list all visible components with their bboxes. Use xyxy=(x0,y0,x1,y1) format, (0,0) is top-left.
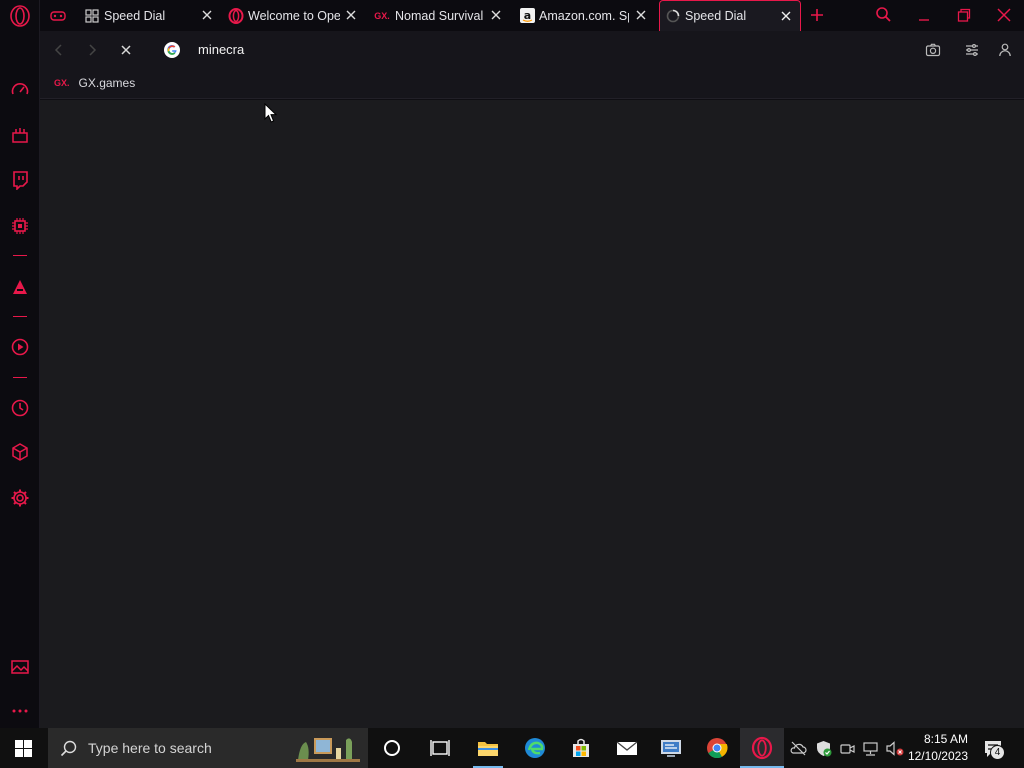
tab-title: Amazon.com. Sp xyxy=(539,8,629,23)
aria-ai-icon[interactable] xyxy=(8,275,32,299)
search-highlight-illustration-icon xyxy=(296,738,360,762)
easy-setup-sliders-icon[interactable] xyxy=(964,42,980,58)
wallpaper-icon[interactable] xyxy=(8,655,32,679)
sidebar-divider xyxy=(13,255,27,256)
clock-date: 12/10/2023 xyxy=(907,749,968,763)
speed-dial-grid-icon xyxy=(84,8,100,24)
taskbar-search-box[interactable]: Type here to search xyxy=(48,728,368,768)
search-magnifier-icon xyxy=(60,740,77,757)
meet-now-camera-icon[interactable] xyxy=(840,740,856,757)
onedrive-cloud-offline-icon[interactable] xyxy=(790,740,807,757)
address-bar-row: minecra xyxy=(40,31,1024,69)
clock-time: 8:15 AM xyxy=(923,732,968,746)
network-ethernet-icon[interactable] xyxy=(862,740,879,757)
search-tabs-icon[interactable] xyxy=(875,6,892,23)
task-view-icon[interactable] xyxy=(428,736,452,760)
gx-logo-icon: GX. xyxy=(54,78,70,88)
restore-window-icon[interactable] xyxy=(956,7,972,23)
tab-strip: Speed Dial Welcome to Ope GX. Nomad Surv… xyxy=(40,0,1024,31)
bookmark-label: GX.games xyxy=(78,76,136,90)
notification-count-badge: 4 xyxy=(990,745,1005,760)
opera-gx-menu-icon[interactable] xyxy=(8,4,32,28)
more-options-icon[interactable] xyxy=(8,698,32,722)
tab-amazon[interactable]: a Amazon.com. Sp xyxy=(519,0,631,31)
close-tab-icon[interactable] xyxy=(200,8,214,22)
hardware-limiter-icon[interactable] xyxy=(8,214,32,238)
tab-welcome-opera[interactable]: Welcome to Ope xyxy=(228,0,348,31)
chrome-browser-icon[interactable] xyxy=(705,736,729,760)
amazon-logo-icon: a xyxy=(519,8,535,24)
volume-muted-icon[interactable] xyxy=(885,740,905,757)
tab-title: Speed Dial xyxy=(104,8,166,23)
edge-browser-icon[interactable] xyxy=(523,736,547,760)
close-tab-icon[interactable] xyxy=(344,8,358,22)
system-clock[interactable]: 8:15 AM 12/10/2023 xyxy=(908,731,968,765)
google-g-icon xyxy=(164,42,180,58)
snapshot-camera-icon[interactable] xyxy=(925,42,941,58)
close-tab-icon[interactable] xyxy=(779,9,793,23)
gx-corner-icon[interactable] xyxy=(8,123,32,147)
cortana-circle-icon[interactable] xyxy=(380,736,404,760)
bookmarks-bar: GX. GX.games xyxy=(40,69,1024,99)
remote-desktop-icon[interactable] xyxy=(659,736,683,760)
tab-speed-dial[interactable]: Speed Dial xyxy=(84,0,216,31)
tab-islands-icon[interactable] xyxy=(50,0,70,31)
microsoft-store-icon[interactable] xyxy=(569,736,593,760)
tab-speed-dial-active[interactable]: Speed Dial xyxy=(659,0,801,31)
screen: Speed Dial Welcome to Ope GX. Nomad Surv… xyxy=(0,0,1024,768)
file-explorer-icon[interactable] xyxy=(476,736,500,760)
history-clock-icon[interactable] xyxy=(8,396,32,420)
loading-spinner-icon xyxy=(665,8,681,24)
tab-title: Welcome to Ope xyxy=(248,8,340,23)
forward-arrow-icon[interactable] xyxy=(84,42,100,58)
opera-logo-icon xyxy=(228,7,244,24)
close-window-icon[interactable] xyxy=(996,7,1012,23)
tab-nomad-survival[interactable]: GX. Nomad Survival xyxy=(373,0,497,31)
sidebar xyxy=(0,0,40,728)
new-tab-plus-icon[interactable] xyxy=(809,7,825,23)
windows-security-shield-icon[interactable] xyxy=(815,740,832,757)
speedometer-icon[interactable] xyxy=(8,78,32,102)
mouse-cursor-icon xyxy=(264,103,278,123)
windows-taskbar: Type here to search 8:15 AM 12/10/2023 4 xyxy=(0,728,1024,768)
close-tab-icon[interactable] xyxy=(634,8,648,22)
address-input[interactable]: minecra xyxy=(198,42,244,57)
stop-loading-icon[interactable] xyxy=(118,42,134,58)
page-content-area[interactable] xyxy=(40,100,1024,728)
settings-gear-icon[interactable] xyxy=(8,486,32,510)
windows-start-icon[interactable] xyxy=(15,740,32,757)
mail-envelope-icon[interactable] xyxy=(615,736,639,760)
tab-title: Speed Dial xyxy=(685,9,747,23)
close-tab-icon[interactable] xyxy=(489,8,503,22)
tab-title: Nomad Survival xyxy=(395,8,484,23)
profile-person-icon[interactable] xyxy=(997,42,1013,58)
extensions-cube-icon[interactable] xyxy=(8,440,32,464)
svg-text:a: a xyxy=(523,9,530,22)
search-placeholder: Type here to search xyxy=(88,740,212,756)
back-arrow-icon[interactable] xyxy=(51,42,67,58)
opera-gx-taskbar-icon[interactable] xyxy=(750,736,774,760)
bookmark-gx-games[interactable]: GX. GX.games xyxy=(54,76,135,90)
minimize-window-icon[interactable] xyxy=(916,7,932,23)
sidebar-divider xyxy=(13,316,27,317)
gx-logo-icon: GX. xyxy=(374,10,390,21)
twitch-icon[interactable] xyxy=(8,168,32,192)
player-icon[interactable] xyxy=(8,335,32,359)
sidebar-divider xyxy=(13,377,27,378)
